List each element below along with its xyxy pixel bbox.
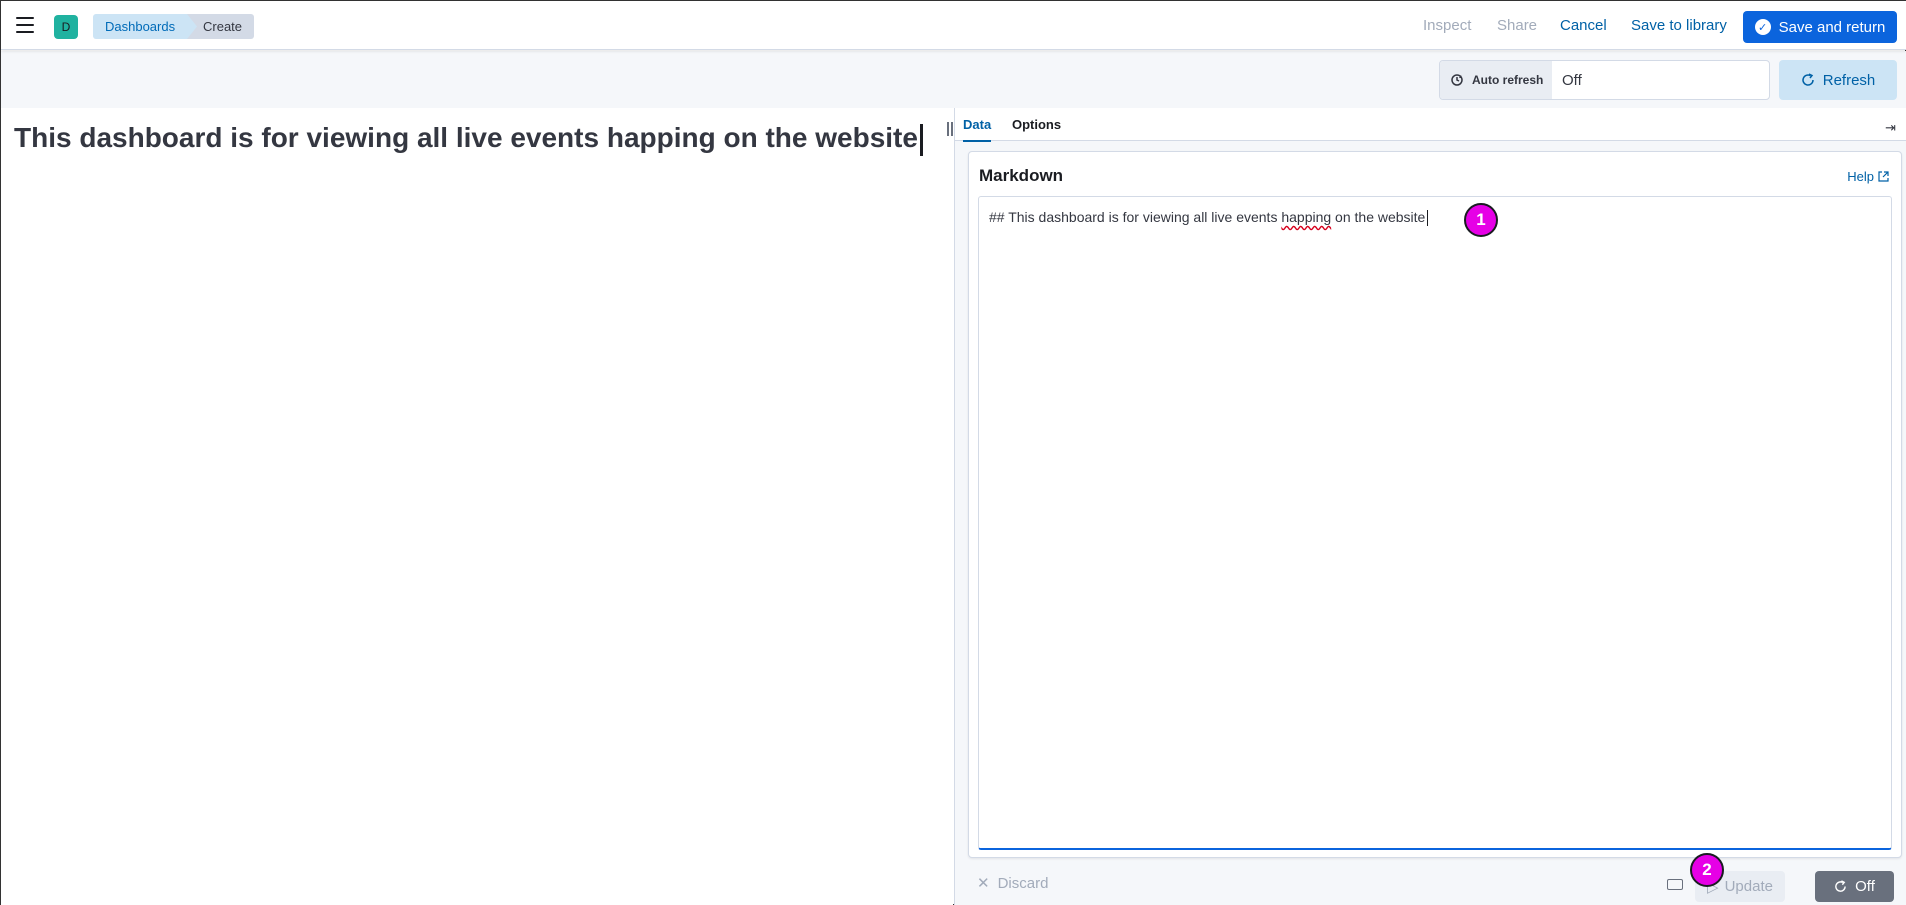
misspelled-word: happing <box>1281 209 1332 225</box>
annotation-marker-2: 2 <box>1690 853 1724 887</box>
query-toolbar: Auto refresh Off Refresh <box>1 51 1906 108</box>
save-to-library-link[interactable]: Save to library <box>1631 17 1727 34</box>
auto-refresh-value[interactable]: Off <box>1552 61 1769 99</box>
space-avatar[interactable]: D <box>54 15 78 39</box>
editor-bottom-bar: ✕ Discard ▷ Update Off <box>955 862 1906 905</box>
auto-refresh-label: Auto refresh <box>1472 73 1544 87</box>
help-label: Help <box>1847 169 1874 184</box>
keyboard-icon[interactable] <box>1667 879 1683 890</box>
tab-options[interactable]: Options <box>1012 117 1061 140</box>
close-icon: ✕ <box>977 875 990 892</box>
text-cursor <box>919 123 923 156</box>
preview-heading: This dashboard is for viewing all live e… <box>14 122 923 156</box>
refresh-icon <box>1801 73 1814 86</box>
breadcrumb-dashboards[interactable]: Dashboards <box>93 14 203 39</box>
auto-refresh-control[interactable]: Auto refresh Off <box>1439 60 1770 100</box>
refresh-button[interactable]: Refresh <box>1779 60 1897 100</box>
auto-refresh-icon <box>1451 74 1463 86</box>
collapse-panel-icon[interactable]: ⇥ <box>1885 120 1896 136</box>
check-circle-icon: ✓ <box>1754 19 1771 35</box>
tab-data[interactable]: Data <box>963 117 992 142</box>
annotation-marker-1: 1 <box>1464 203 1498 237</box>
markdown-text-prefix: ## This dashboard is for viewing all liv… <box>989 209 1282 225</box>
discard-button[interactable]: ✕ Discard <box>977 874 1049 893</box>
auto-apply-toggle[interactable]: Off <box>1815 871 1894 902</box>
markdown-text-suffix: on the website <box>1331 209 1426 225</box>
menu-icon[interactable] <box>16 17 34 33</box>
preview-heading-text: This dashboard is for viewing all live e… <box>14 122 918 153</box>
top-header: D Dashboards Create Inspect Share Cancel… <box>1 1 1906 50</box>
editor-tabs: Data Options ⇥ <box>955 108 1906 142</box>
breadcrumb-create: Create <box>187 14 255 39</box>
auto-apply-label: Off <box>1855 878 1875 895</box>
save-and-return-label: Save and return <box>1778 18 1886 36</box>
auto-refresh-toggle[interactable]: Auto refresh <box>1440 61 1552 99</box>
update-label: Update <box>1724 878 1773 895</box>
markdown-card: Markdown Help ## This dashboard is for v… <box>968 151 1902 858</box>
share-link[interactable]: Share <box>1497 17 1537 34</box>
inspect-link[interactable]: Inspect <box>1423 17 1471 34</box>
discard-label: Discard <box>997 874 1049 892</box>
cancel-link[interactable]: Cancel <box>1560 17 1607 34</box>
refresh-label: Refresh <box>1822 71 1876 89</box>
help-link[interactable]: Help <box>1847 169 1889 184</box>
panel-resize-handle[interactable] <box>947 122 953 136</box>
markdown-card-title: Markdown <box>979 166 1064 185</box>
markdown-textarea[interactable]: ## This dashboard is for viewing all liv… <box>978 196 1892 850</box>
refresh-icon <box>1835 880 1846 892</box>
editor-panel: Data Options ⇥ Markdown Help ## This das… <box>954 108 1906 905</box>
markdown-preview-panel: This dashboard is for viewing all live e… <box>1 108 953 905</box>
save-and-return-button[interactable]: ✓ Save and return <box>1743 11 1897 43</box>
textarea-cursor <box>1427 210 1429 227</box>
external-link-icon <box>1878 171 1889 182</box>
